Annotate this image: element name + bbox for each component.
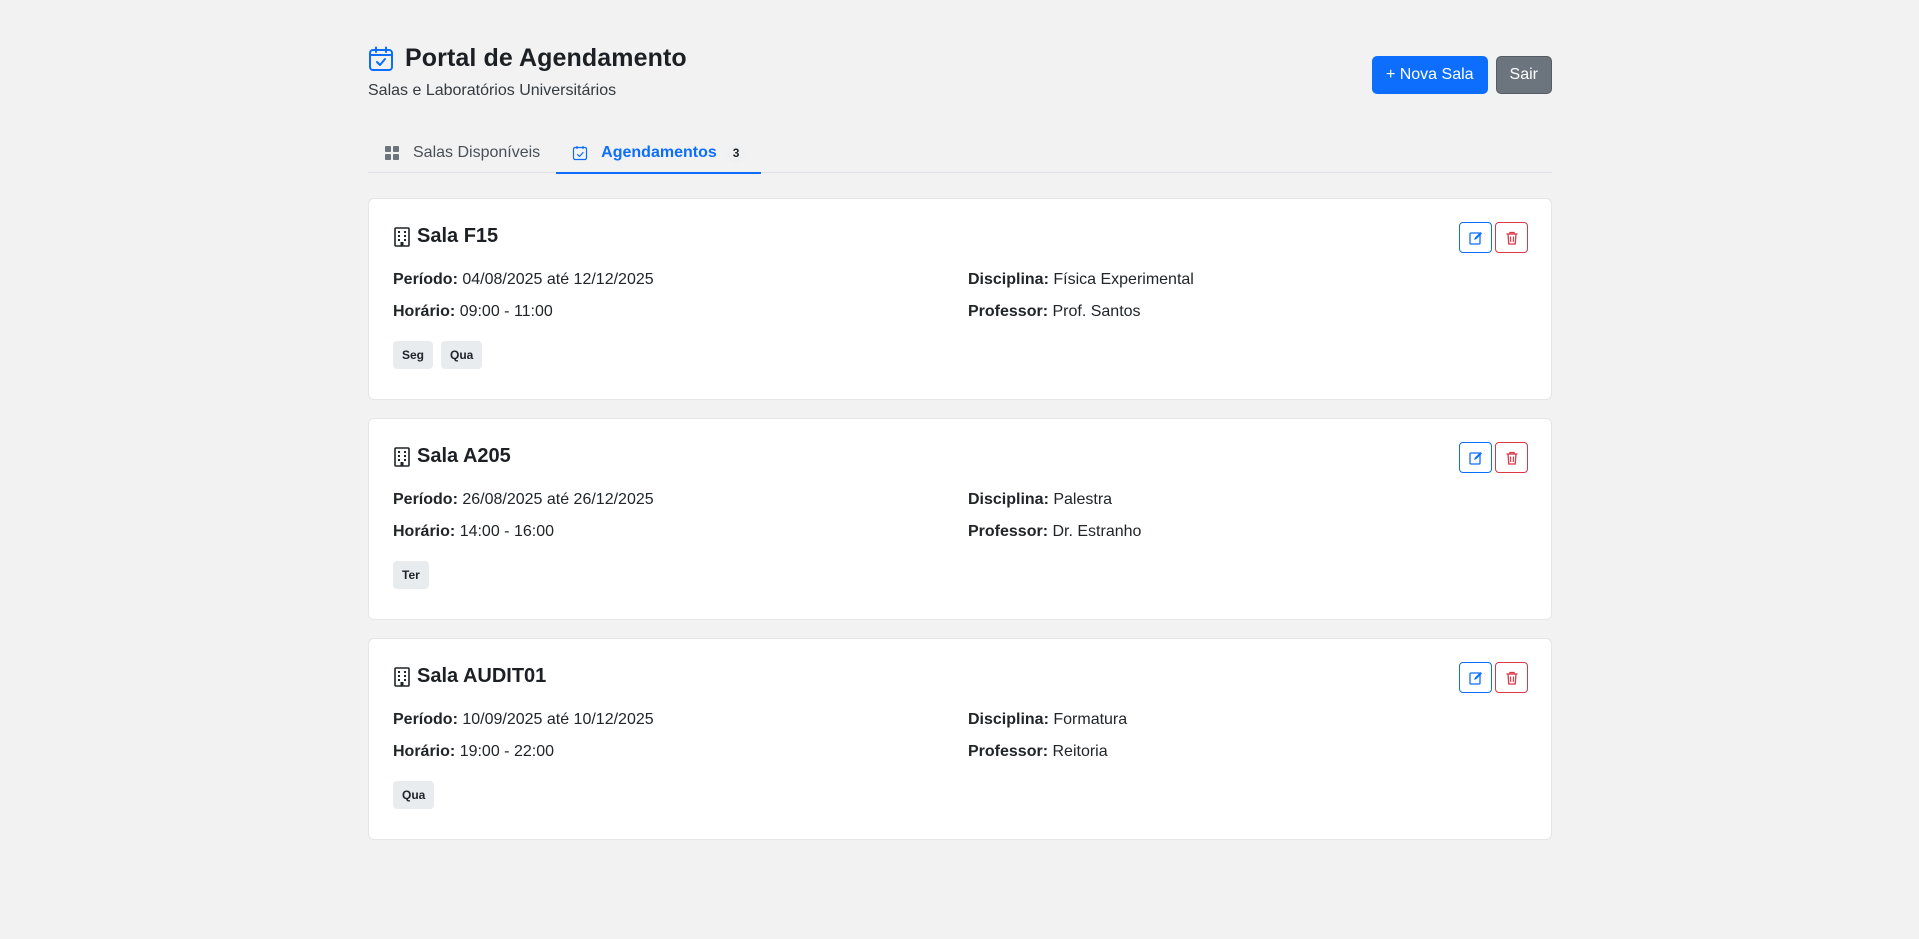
booking-professor: Professor: Prof. Santos	[968, 303, 1141, 321]
card-actions	[1459, 442, 1528, 473]
card-actions	[1459, 662, 1528, 693]
card-actions	[1459, 222, 1528, 253]
weekday-badge: Seg	[393, 341, 434, 369]
tab-label: Agendamentos	[601, 143, 717, 161]
weekday-badges: Qua	[393, 781, 435, 809]
tab-available-rooms[interactable]: Salas Disponíveis	[368, 132, 556, 173]
discipline-value: Física Experimental	[1053, 271, 1194, 288]
building-icon	[393, 666, 411, 687]
time-label: Horário:	[393, 743, 456, 760]
discipline-label: Disciplina:	[968, 711, 1049, 728]
booking-period: Período: 04/08/2025 até 12/12/2025	[393, 271, 654, 289]
booking-time: Horário: 19:00 - 22:00	[393, 743, 554, 761]
building-icon	[393, 226, 411, 247]
professor-label: Professor:	[968, 743, 1049, 760]
trash-icon	[1506, 231, 1517, 245]
booking-card: Sala A205 Período: 26/08/2025 até 26/12/…	[368, 418, 1552, 620]
trash-icon	[1506, 671, 1517, 685]
booking-professor: Professor: Reitoria	[968, 743, 1108, 761]
time-value: 19:00 - 22:00	[459, 743, 554, 760]
bookings-count-badge: 3	[726, 143, 746, 162]
pencil-square-icon	[1468, 671, 1482, 685]
period-label: Período:	[393, 271, 458, 288]
booking-room-title: Sala F15	[393, 225, 498, 248]
delete-button[interactable]	[1495, 662, 1528, 693]
edit-button[interactable]	[1459, 222, 1492, 253]
room-name: Sala AUDIT01	[417, 665, 547, 687]
main-container: Portal de Agendamento Salas e Laboratóri…	[368, 0, 1552, 840]
brand: Portal de Agendamento	[368, 44, 687, 73]
new-room-button[interactable]: + Nova Sala	[1371, 56, 1488, 94]
discipline-value: Formatura	[1053, 711, 1128, 728]
edit-button[interactable]	[1459, 442, 1492, 473]
edit-button[interactable]	[1459, 662, 1492, 693]
grid-icon	[384, 145, 400, 161]
professor-label: Professor:	[968, 523, 1049, 540]
page-title: Portal de Agendamento	[405, 44, 687, 72]
booking-professor: Professor: Dr. Estranho	[968, 523, 1141, 541]
period-label: Período:	[393, 711, 458, 728]
discipline-value: Palestra	[1053, 491, 1113, 508]
time-value: 09:00 - 11:00	[459, 303, 553, 320]
booking-discipline: Disciplina: Formatura	[968, 711, 1127, 729]
room-name: Sala A205	[417, 445, 511, 467]
professor-label: Professor:	[968, 303, 1049, 320]
discipline-label: Disciplina:	[968, 271, 1049, 288]
time-label: Horário:	[393, 523, 456, 540]
professor-value: Dr. Estranho	[1052, 523, 1142, 540]
tab-bar: Salas Disponíveis Agendamentos 3	[368, 132, 1552, 174]
logout-button[interactable]: Sair	[1495, 56, 1552, 94]
trash-icon	[1506, 451, 1517, 465]
page-header: Portal de Agendamento Salas e Laboratóri…	[368, 0, 1552, 132]
calendar-check-icon	[572, 145, 588, 161]
delete-button[interactable]	[1495, 222, 1528, 253]
room-name: Sala F15	[417, 225, 499, 247]
building-icon	[393, 446, 411, 467]
weekday-badges: Seg Qua	[393, 341, 483, 369]
booking-room-title: Sala A205	[393, 445, 511, 468]
pencil-square-icon	[1468, 451, 1482, 465]
booking-discipline: Disciplina: Física Experimental	[968, 271, 1194, 289]
booking-period: Período: 10/09/2025 até 10/12/2025	[393, 711, 654, 729]
booking-card: Sala F15 Período: 04/08/2025 até 12/12/2…	[368, 198, 1552, 400]
booking-time: Horário: 09:00 - 11:00	[393, 303, 553, 321]
weekday-badge: Qua	[441, 341, 483, 369]
booking-card: Sala AUDIT01 Período: 10/09/2025 até 10/…	[368, 638, 1552, 840]
period-value: 04/08/2025 até 12/12/2025	[462, 271, 654, 288]
tab-bookings[interactable]: Agendamentos 3	[556, 132, 762, 174]
professor-value: Prof. Santos	[1052, 303, 1141, 320]
booking-time: Horário: 14:00 - 16:00	[393, 523, 554, 541]
calendar-check-icon	[368, 46, 394, 72]
pencil-square-icon	[1468, 231, 1482, 245]
weekday-badge: Ter	[393, 561, 429, 589]
discipline-label: Disciplina:	[968, 491, 1049, 508]
time-label: Horário:	[393, 303, 456, 320]
page-subtitle: Salas e Laboratórios Universitários	[368, 82, 617, 99]
weekday-badges: Ter	[393, 561, 429, 589]
booking-period: Período: 26/08/2025 até 26/12/2025	[393, 491, 654, 509]
delete-button[interactable]	[1495, 442, 1528, 473]
period-label: Período:	[393, 491, 458, 508]
tab-label: Salas Disponíveis	[413, 143, 541, 161]
time-value: 14:00 - 16:00	[459, 523, 554, 540]
professor-value: Reitoria	[1052, 743, 1108, 760]
booking-discipline: Disciplina: Palestra	[968, 491, 1112, 509]
period-value: 10/09/2025 até 10/12/2025	[462, 711, 654, 728]
weekday-badge: Qua	[393, 781, 435, 809]
booking-room-title: Sala AUDIT01	[393, 665, 546, 688]
period-value: 26/08/2025 até 26/12/2025	[462, 491, 654, 508]
header-actions: + Nova Sala Sair	[1371, 56, 1552, 94]
